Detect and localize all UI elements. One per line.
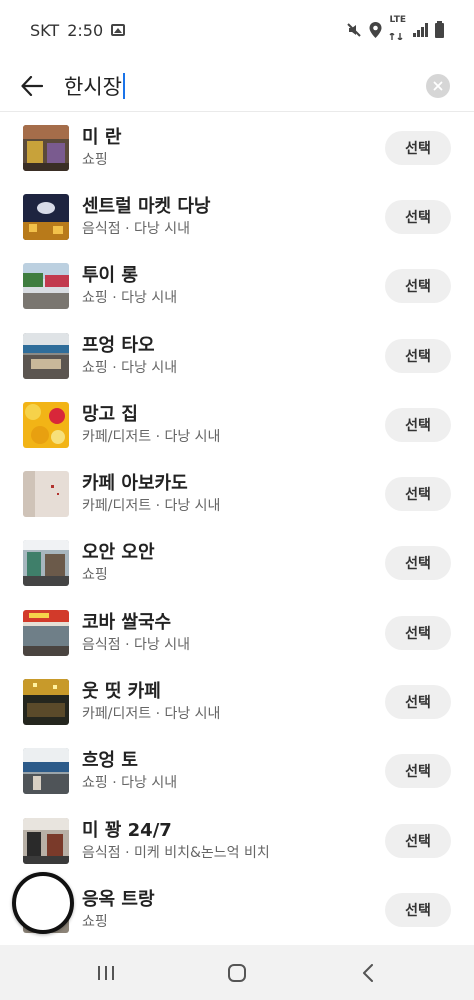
floating-assistive-button[interactable] [12, 872, 74, 934]
gallery-icon [111, 24, 126, 36]
place-name: 미 란 [82, 126, 122, 148]
place-thumbnail [23, 748, 69, 795]
list-item[interactable]: 망고 집 카페/디저트 · 다낭 시내 선택 [0, 390, 474, 459]
place-category: 쇼핑 · 다낭 시내 [82, 359, 178, 376]
battery-icon [435, 20, 444, 38]
place-category: 카페/디저트 · 다낭 시내 [82, 428, 221, 445]
list-item[interactable]: 미 란 쇼핑 선택 [0, 113, 474, 182]
select-button[interactable]: 선택 [385, 407, 451, 442]
select-button[interactable]: 선택 [385, 199, 451, 234]
navigation-bar [0, 945, 474, 1000]
place-name: 웃 띳 카페 [82, 681, 161, 703]
place-thumbnail [23, 401, 69, 448]
place-category: 음식점 · 다낭 시내 [82, 636, 190, 653]
place-info: 코바 쌀국수 음식점 · 다낭 시내 [82, 611, 385, 655]
place-thumbnail [23, 609, 69, 656]
place-info: 망고 집 카페/디저트 · 다낭 시내 [82, 403, 385, 447]
status-right: LTE [346, 16, 444, 44]
place-category: 쇼핑 · 다낭 시내 [82, 290, 178, 307]
place-info: 카페 아보카도 카페/디저트 · 다낭 시내 [82, 472, 385, 516]
place-thumbnail [23, 332, 69, 379]
place-category: 카페/디저트 · 다낭 시내 [82, 498, 221, 515]
place-name: 카페 아보카도 [82, 473, 188, 495]
place-name: 오안 오안 [82, 542, 155, 564]
place-name: 흐엉 토 [82, 750, 138, 772]
place-thumbnail [23, 817, 69, 864]
list-item[interactable]: 카페 아보카도 카페/디저트 · 다낭 시내 선택 [0, 459, 474, 528]
select-button[interactable]: 선택 [385, 269, 451, 304]
place-info: 센트럴 마켓 다낭 음식점 · 다낭 시내 [82, 195, 385, 239]
search-query: 한시장 [64, 74, 122, 99]
mute-icon [347, 23, 362, 37]
location-icon [369, 22, 382, 38]
signal-icon [413, 23, 428, 37]
recent-apps-icon [97, 965, 114, 980]
search-input[interactable]: 한시장 [64, 71, 426, 101]
status-left: SKT 2:50 [30, 20, 126, 40]
lte-label: LTE [389, 15, 406, 25]
place-thumbnail [23, 263, 69, 310]
select-button[interactable]: 선택 [385, 477, 451, 512]
place-info: 미 꽝 24/7 음식점 · 미케 비치&논느억 비치 [82, 819, 385, 863]
place-thumbnail [23, 124, 69, 171]
place-category: 쇼핑 · 다낭 시내 [82, 775, 178, 792]
select-button[interactable]: 선택 [385, 823, 451, 858]
recent-apps-button[interactable] [76, 953, 136, 993]
place-category: 음식점 · 다낭 시내 [82, 220, 190, 237]
carrier-label: SKT [30, 20, 60, 40]
place-thumbnail [23, 193, 69, 240]
place-name: 프엉 타오 [82, 334, 155, 356]
clear-icon [433, 81, 443, 90]
place-name: 망고 집 [82, 403, 138, 425]
place-thumbnail [23, 540, 69, 587]
lte-icon: LTE [389, 16, 406, 44]
list-item[interactable]: 투이 롱 쇼핑 · 다낭 시내 선택 [0, 252, 474, 321]
select-button[interactable]: 선택 [385, 615, 451, 650]
place-category: 음식점 · 미케 비치&논느억 비치 [82, 844, 270, 861]
place-category: 쇼핑 [82, 151, 108, 168]
list-item[interactable]: 웃 띳 카페 카페/디저트 · 다낭 시내 선택 [0, 667, 474, 736]
place-thumbnail [23, 679, 69, 726]
list-item[interactable]: 흐엉 토 쇼핑 · 다낭 시내 선택 [0, 737, 474, 806]
select-button[interactable]: 선택 [385, 546, 451, 581]
place-name: 응옥 트랑 [82, 888, 155, 910]
place-name: 투이 롱 [82, 265, 138, 287]
back-icon [363, 963, 374, 982]
arrow-left-icon [21, 75, 43, 96]
results-list: 미 란 쇼핑 선택 센트럴 마켓 다낭 음식점 · 다낭 시내 선택 투이 롱 … [0, 113, 474, 945]
select-button[interactable]: 선택 [385, 685, 451, 720]
place-category: 쇼핑 [82, 913, 108, 930]
place-info: 흐엉 토 쇼핑 · 다낭 시내 [82, 749, 385, 793]
place-info: 응옥 트랑 쇼핑 [82, 888, 385, 932]
place-info: 웃 띳 카페 카페/디저트 · 다낭 시내 [82, 680, 385, 724]
select-button[interactable]: 선택 [385, 754, 451, 789]
home-icon [227, 963, 246, 982]
time-label: 2:50 [67, 20, 104, 40]
nav-back-button[interactable] [338, 953, 398, 993]
select-button[interactable]: 선택 [385, 130, 451, 165]
status-bar: SKT 2:50 LTE [0, 0, 474, 60]
list-item[interactable]: 센트럴 마켓 다낭 음식점 · 다낭 시내 선택 [0, 182, 474, 251]
list-item[interactable]: 미 꽝 24/7 음식점 · 미케 비치&논느억 비치 선택 [0, 806, 474, 875]
place-info: 오안 오안 쇼핑 [82, 541, 385, 585]
text-cursor [122, 72, 125, 99]
place-name: 센트럴 마켓 다낭 [82, 195, 211, 217]
clear-button[interactable] [426, 73, 450, 98]
place-info: 투이 롱 쇼핑 · 다낭 시내 [82, 264, 385, 308]
home-button[interactable] [207, 953, 267, 993]
list-item[interactable]: 프엉 타오 쇼핑 · 다낭 시내 선택 [0, 321, 474, 390]
select-button[interactable]: 선택 [385, 892, 451, 927]
place-name: 코바 쌀국수 [82, 611, 172, 633]
back-button[interactable] [0, 60, 64, 112]
search-bar: 한시장 [0, 60, 474, 112]
select-button[interactable]: 선택 [385, 338, 451, 373]
place-thumbnail [23, 471, 69, 518]
place-name: 미 꽝 24/7 [82, 819, 172, 841]
place-info: 미 란 쇼핑 [82, 126, 385, 170]
list-item[interactable]: 코바 쌀국수 음식점 · 다낭 시내 선택 [0, 598, 474, 667]
place-info: 프엉 타오 쇼핑 · 다낭 시내 [82, 334, 385, 378]
place-category: 쇼핑 [82, 567, 108, 584]
place-category: 카페/디저트 · 다낭 시내 [82, 706, 221, 723]
list-item[interactable]: 오안 오안 쇼핑 선택 [0, 529, 474, 598]
